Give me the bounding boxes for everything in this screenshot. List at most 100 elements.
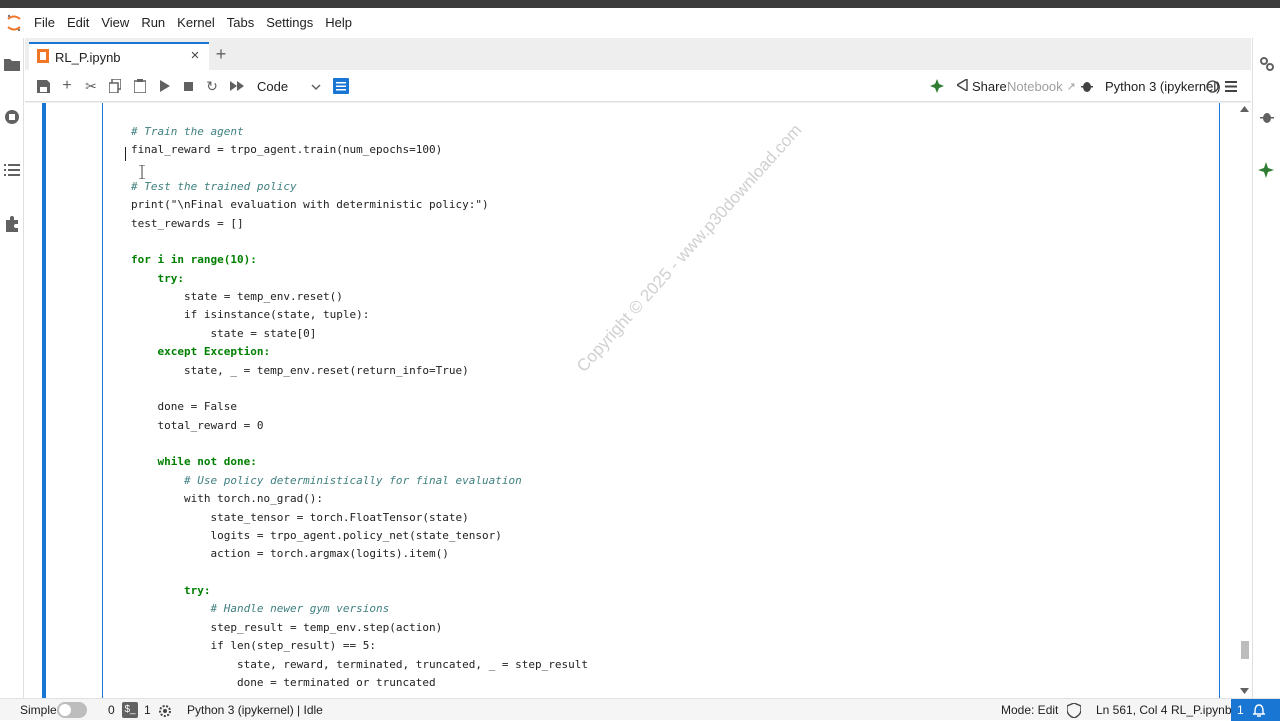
kernel-name[interactable]: Python 3 (ipykernel) <box>1105 76 1221 96</box>
fast-forward-icon[interactable] <box>228 77 246 95</box>
menu-run[interactable]: Run <box>135 8 171 38</box>
menu-edit[interactable]: Edit <box>61 8 95 38</box>
bell-icon <box>1253 703 1266 717</box>
new-tab-button[interactable]: + <box>211 44 231 64</box>
share-icon <box>955 77 969 94</box>
vertical-scrollbar[interactable] <box>1238 103 1251 698</box>
code-line: print("\nFinal evaluation with determini… <box>131 198 489 211</box>
notification-count: 1 <box>1237 703 1244 717</box>
ai-assistant-icon[interactable] <box>1258 161 1276 179</box>
copy-icon[interactable] <box>106 77 124 95</box>
main-area: RL_P.ipynb × + + ✂ ↻ Code Share Notebook… <box>25 38 1251 698</box>
code-line: state_tensor = torch.FloatTensor(state) <box>131 511 469 524</box>
menu-bar: File Edit View Run Kernel Tabs Settings … <box>0 8 1280 38</box>
running-kernels-icon[interactable] <box>3 108 21 126</box>
kernel-status-text[interactable]: Python 3 (ipykernel) | Idle <box>187 699 323 721</box>
code-line: action = torch.argmax(logits).item() <box>131 547 449 560</box>
security-icon[interactable] <box>1066 699 1082 721</box>
external-link-icon: ↗ <box>1066 80 1076 93</box>
text-cursor <box>125 147 126 161</box>
menu-help[interactable]: Help <box>319 8 358 38</box>
paste-icon[interactable] <box>131 77 149 95</box>
code-line: step_result = temp_env.step(action) <box>131 621 443 634</box>
kernel-debug-icon[interactable] <box>1081 76 1093 96</box>
scroll-down-icon <box>1240 688 1249 694</box>
code-line: state = temp_env.reset() <box>131 290 343 303</box>
code-line: if len(step_result) == 5: <box>131 639 377 652</box>
title-bar <box>0 0 1280 8</box>
toggle-knob <box>59 704 71 716</box>
debugger-icon[interactable] <box>1258 108 1276 126</box>
code-line: except Exception: <box>131 345 271 358</box>
code-line: for i in range(10): <box>131 253 257 266</box>
ai-sparkle-icon[interactable] <box>930 76 946 96</box>
extensions-icon[interactable] <box>3 215 21 233</box>
notebook-panel: # Train the agent final_reward = trpo_ag… <box>25 103 1238 698</box>
menu-file[interactable]: File <box>28 8 61 38</box>
close-icon[interactable]: × <box>187 48 203 64</box>
code-line: test_rewards = [] <box>131 217 244 230</box>
right-sidebar <box>1252 38 1280 698</box>
run-icon[interactable] <box>156 77 174 95</box>
simple-mode-toggle[interactable] <box>57 702 87 718</box>
jupyter-logo-icon <box>0 8 28 38</box>
menu-tabs[interactable]: Tabs <box>221 8 260 38</box>
code-line: try: <box>131 584 211 597</box>
code-line: while not done: <box>131 455 257 468</box>
scroll-up-icon <box>1240 106 1249 112</box>
code-cell-editor[interactable]: # Train the agent final_reward = trpo_ag… <box>102 103 1220 698</box>
notifications-button[interactable]: 1 <box>1231 699 1280 721</box>
save-icon[interactable] <box>34 77 52 95</box>
terminal-count: 0 <box>108 703 115 717</box>
current-file: RL_P.ipynb <box>1171 703 1232 717</box>
code-line: done = False <box>131 400 237 413</box>
restart-icon[interactable]: ↻ <box>203 77 221 95</box>
stop-icon[interactable] <box>179 77 197 95</box>
add-cell-icon[interactable]: + <box>58 77 76 95</box>
left-sidebar <box>0 38 24 698</box>
ibeam-cursor-icon <box>139 164 145 180</box>
kernel-status-icon <box>1206 76 1219 96</box>
code-line: state = state[0] <box>131 327 317 340</box>
share-button[interactable]: Share <box>955 76 1007 96</box>
code-line: # Test the trained policy <box>131 180 297 193</box>
menu-view[interactable]: View <box>95 8 135 38</box>
code-line: logits = trpo_agent.policy_net(state_ten… <box>131 529 502 542</box>
code-line: # Use policy deterministically for final… <box>131 474 522 487</box>
status-bar: Simple 0 $_ 1 Python 3 (ipykernel) | Idl… <box>0 698 1280 721</box>
scrollbar-thumb[interactable] <box>1241 641 1249 659</box>
tab-label: RL_P.ipynb <box>55 49 121 65</box>
menu-icon[interactable] <box>1225 76 1237 96</box>
table-of-contents-icon[interactable] <box>3 161 21 179</box>
code-line: final_reward = trpo_agent.train(num_epoc… <box>131 143 443 156</box>
tab-bar: RL_P.ipynb × + <box>25 38 1251 70</box>
watermark: Copyright © 2025 - www.p30download.com <box>573 120 806 376</box>
property-panel-icon[interactable] <box>332 77 350 95</box>
code-line: total_reward = 0 <box>131 419 264 432</box>
kernel-settings-icon[interactable] <box>158 699 172 721</box>
menu-kernel[interactable]: Kernel <box>171 8 221 38</box>
kernel-label: Python 3 (ipykernel) <box>1105 78 1221 94</box>
simple-mode-label: Simple <box>20 703 57 717</box>
cut-icon[interactable]: ✂ <box>82 77 100 95</box>
code-line: # Handle newer gym versions <box>131 602 390 615</box>
tab-notebook[interactable]: RL_P.ipynb × <box>29 42 209 70</box>
notebook-view-button[interactable]: Notebook ↗ <box>1007 76 1076 96</box>
menu-settings[interactable]: Settings <box>260 8 319 38</box>
mode-indicator: Mode: Edit <box>1001 703 1059 717</box>
folder-icon[interactable] <box>3 55 21 73</box>
property-inspector-icon[interactable] <box>1258 55 1276 73</box>
kernel-count: 1 <box>144 703 151 717</box>
notebook-label: Notebook <box>1007 78 1063 94</box>
terminal-icon[interactable]: $_ <box>122 702 138 718</box>
code-line: state, reward, terminated, truncated, _ … <box>131 658 588 671</box>
notebook-icon <box>37 48 49 66</box>
active-cell-indicator <box>42 103 46 698</box>
code-line: # Train the agent <box>131 125 244 138</box>
notebook-toolbar: + ✂ ↻ Code Share Notebook ↗ Python 3 (ip… <box>25 70 1251 102</box>
cell-type-label: Code <box>257 78 289 94</box>
code-line: if isinstance(state, tuple): <box>131 308 370 321</box>
chevron-down-icon[interactable] <box>311 79 321 91</box>
cursor-position[interactable]: Ln 561, Col 4 <box>1096 699 1167 721</box>
code-line: done = terminated or truncated <box>131 676 436 689</box>
